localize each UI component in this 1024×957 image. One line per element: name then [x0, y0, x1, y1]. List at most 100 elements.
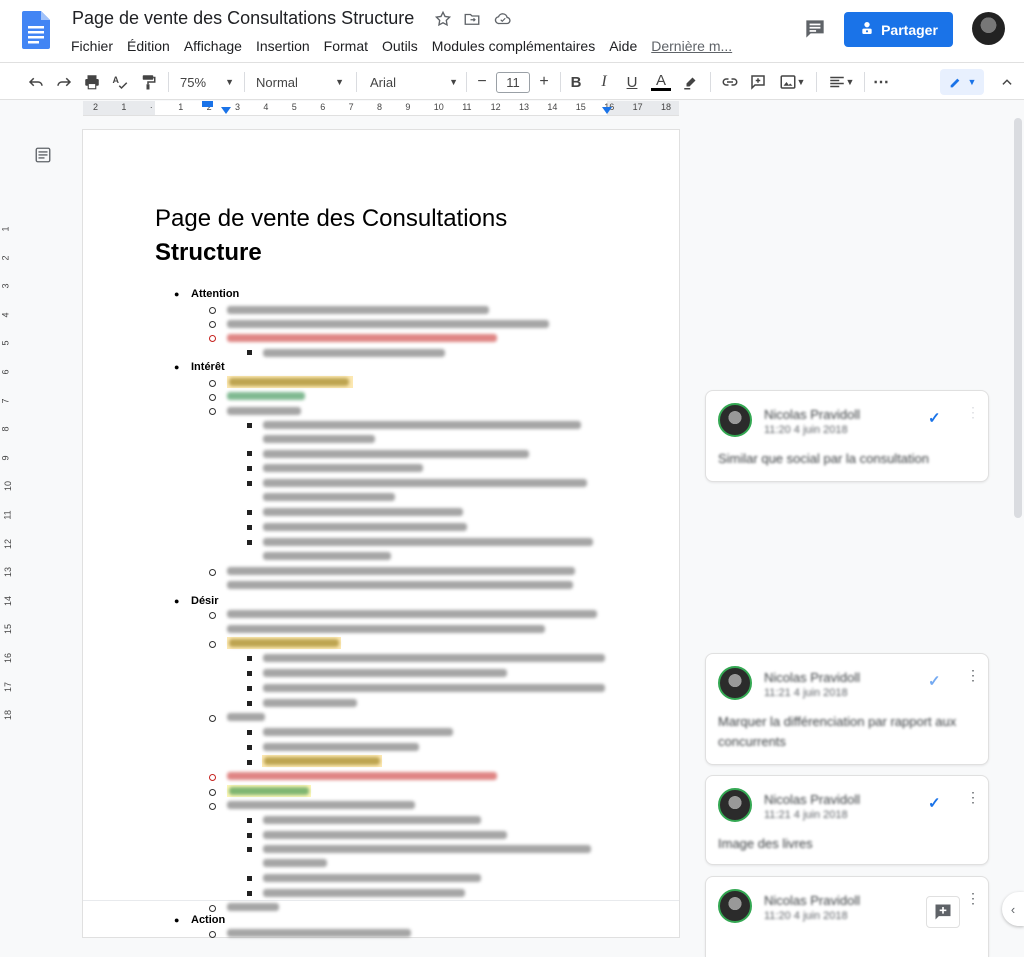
document-page[interactable]: Page de vente des Consultations Structur…	[83, 130, 679, 938]
menu-affichage[interactable]: Affichage	[177, 36, 249, 56]
list-bullet	[209, 774, 216, 781]
left-indent-marker[interactable]	[221, 107, 231, 114]
toolbar-separator	[710, 72, 711, 92]
list-bullet	[209, 612, 216, 619]
comment-card[interactable]: Nicolas Pravidoll 11:21 4 juin 2018 ✓ ⋮ …	[705, 653, 989, 765]
list-bullet	[247, 451, 252, 456]
spellcheck-icon[interactable]: A	[108, 71, 132, 93]
ruler-tick-label: 10	[433, 102, 444, 112]
increase-font-size-button[interactable]: +	[534, 71, 554, 93]
list-bullet	[247, 847, 252, 852]
share-button[interactable]: Partager	[844, 12, 953, 47]
editing-mode-icon[interactable]: ▼	[940, 69, 984, 95]
zoom-select[interactable]: 75% ▼	[176, 71, 238, 93]
list-item	[263, 538, 593, 546]
scrollbar[interactable]	[1014, 118, 1022, 518]
list-item	[227, 610, 597, 618]
doc-heading-line1: Page de vente des Consultations	[155, 205, 508, 232]
cloud-status-icon[interactable]	[494, 10, 512, 28]
chevron-down-icon: ▼	[335, 77, 344, 87]
list-item	[263, 728, 453, 736]
add-comment-icon[interactable]	[746, 71, 770, 93]
underline-icon[interactable]: U	[622, 71, 642, 93]
comment-time: 11:21 4 juin 2018	[764, 687, 848, 699]
list-item	[263, 435, 375, 443]
more-vert-icon[interactable]: ⋮	[966, 891, 980, 913]
paint-format-icon[interactable]	[136, 71, 160, 93]
menu-outils[interactable]: Outils	[375, 36, 425, 56]
menu-fichier[interactable]: Fichier	[64, 36, 120, 56]
resolve-check-icon[interactable]: ✓	[928, 409, 948, 427]
highlight-icon[interactable]	[680, 71, 702, 93]
bold-icon[interactable]: B	[566, 71, 586, 93]
docs-logo-icon[interactable]	[22, 11, 50, 49]
section-action: Action	[174, 914, 225, 926]
move-folder-icon[interactable]	[463, 10, 481, 28]
toolbar-separator	[864, 72, 865, 92]
list-bullet	[247, 671, 252, 676]
ruler-tick-label: 13	[519, 102, 530, 112]
toolbar-separator	[244, 72, 245, 92]
lock-person-icon	[859, 20, 875, 39]
print-icon[interactable]	[80, 71, 104, 93]
collapse-icon[interactable]	[996, 71, 1018, 93]
last-edit-link[interactable]: Dernière m...	[644, 36, 739, 56]
link-icon[interactable]	[718, 71, 742, 93]
list-item	[227, 407, 301, 415]
user-avatar[interactable]	[972, 12, 1005, 45]
section-desir: Désir	[174, 595, 218, 607]
insert-image-icon[interactable]: ▼	[774, 71, 810, 93]
side-panel-toggle[interactable]: ‹	[1002, 892, 1024, 926]
decrease-font-size-button[interactable]: −	[472, 71, 492, 93]
list-bullet	[247, 701, 252, 706]
first-line-indent-marker[interactable]	[202, 101, 213, 107]
paragraph-style-select[interactable]: Normal ▼	[252, 71, 348, 93]
formatting-toolbar: A 75% ▼ Normal ▼ Arial ▼ − 11 + B I U A ▼ ▼…	[0, 62, 1024, 100]
ruler-tick-label: 12	[3, 538, 14, 549]
list-item	[263, 699, 357, 707]
menu-edition[interactable]: Édition	[120, 36, 177, 56]
star-icon[interactable]	[434, 10, 452, 28]
list-item	[263, 743, 419, 751]
text-color-icon[interactable]: A	[650, 71, 672, 93]
comment-history-icon[interactable]	[802, 16, 828, 42]
ruler-tick-label: 17	[632, 102, 643, 112]
font-size-input[interactable]: 11	[496, 72, 530, 93]
menu-aide[interactable]: Aide	[602, 36, 644, 56]
list-item	[227, 713, 265, 721]
list-bullet	[209, 789, 216, 796]
horizontal-ruler[interactable]: 2 1 · 1 2 3 4 5 6 7 8 9 10 11 12 13 14 15 16 17 18	[83, 101, 679, 116]
more-vert-icon[interactable]: ⋮	[966, 668, 980, 690]
avatar	[718, 666, 752, 700]
font-family-select[interactable]: Arial ▼	[366, 71, 462, 93]
ruler-tick-label: 3	[0, 283, 11, 289]
more-vert-icon[interactable]: ⋮	[966, 790, 980, 812]
add-comment-button[interactable]	[926, 896, 960, 928]
right-indent-marker[interactable]	[602, 107, 612, 114]
font-value: Arial	[370, 74, 397, 90]
more-icon[interactable]: ⋯	[870, 71, 892, 93]
align-icon[interactable]: ▼	[824, 71, 858, 93]
outline-icon[interactable]	[34, 146, 52, 164]
resolve-check-icon[interactable]: ✓	[928, 794, 948, 812]
menu-format[interactable]: Format	[317, 36, 375, 56]
document-title[interactable]: Page de vente des Consultations Structur…	[72, 8, 414, 29]
redo-icon[interactable]	[52, 71, 76, 93]
ruler-tick-label: 8	[377, 102, 383, 112]
more-vert-icon[interactable]: ⋮	[966, 405, 980, 427]
ruler-tick-label: 10	[3, 481, 14, 492]
undo-icon[interactable]	[24, 71, 48, 93]
resolve-check-icon[interactable]: ✓	[928, 672, 948, 690]
italic-icon[interactable]: I	[594, 71, 614, 93]
comment-author: Nicolas Pravidoll	[764, 792, 861, 807]
comment-card[interactable]: Nicolas Pravidoll 11:20 4 juin 2018 ✓ ⋮ …	[705, 390, 989, 482]
menu-modules[interactable]: Modules complémentaires	[425, 36, 602, 56]
comment-card[interactable]: Nicolas Pravidoll 11:21 4 juin 2018 ✓ ⋮ …	[705, 775, 989, 865]
ruler-tick-label: 2	[0, 255, 11, 261]
vertical-ruler[interactable]: 1 2 3 4 5 6 7 8 9 10 11 12 13 14 15 16 17 18	[0, 202, 14, 732]
chevron-down-icon: ▼	[845, 77, 855, 87]
ruler-tick-label: 13	[3, 567, 14, 578]
list-bullet	[247, 745, 252, 750]
menu-insertion[interactable]: Insertion	[249, 36, 317, 56]
comment-time: 11:21 4 juin 2018	[764, 809, 848, 821]
